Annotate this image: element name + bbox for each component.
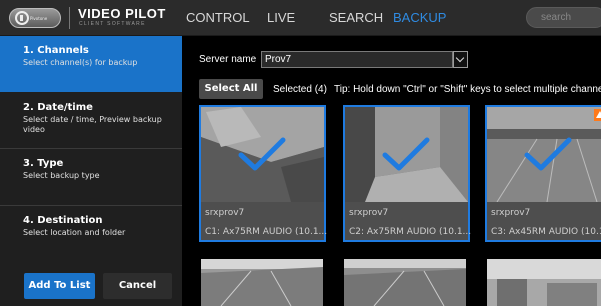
step-title: 2. Date/time [23, 102, 93, 113]
camera-card-c2[interactable]: srxprov7 C2: Ax75RM AUDIO (10.1... [343, 105, 472, 242]
camera-name: C3: Ax45RM AUDIO (10.1... [491, 227, 601, 237]
camera-thumbnail [487, 107, 601, 202]
warning-icon [594, 109, 601, 121]
step-title: 1. Channels [23, 45, 89, 56]
add-to-list-button[interactable]: Add To List [24, 273, 95, 299]
step-title: 3. Type [23, 158, 64, 169]
check-icon [238, 137, 286, 171]
nav-tab-backup[interactable]: BACKUP [393, 10, 446, 25]
step-description: Select date / time, Preview backup video [23, 115, 162, 134]
step-description: Select channel(s) for backup [23, 58, 138, 67]
camera-card-c6[interactable] [487, 259, 601, 306]
camera-thumbnail [487, 259, 601, 306]
check-icon [382, 137, 430, 171]
app-title: VIDEO PILOT [78, 6, 166, 21]
camera-card-c3[interactable]: srxprov7 C3: Ax45RM AUDIO (10.1... [485, 105, 601, 242]
main-content: Tip: Hold down "Ctrl" or "Shift" keys to… [182, 36, 601, 306]
camera-name: C2: Ax75RM AUDIO (10.1... [349, 227, 472, 237]
camera-thumbnail [201, 107, 324, 202]
step-destination[interactable]: 4. Destination Select location and folde… [0, 206, 182, 262]
backup-steps-sidebar: 1. Channels Select channel(s) for backup… [0, 36, 182, 306]
camera-name: C1: Ax75RM AUDIO (10.1... [205, 227, 328, 237]
check-icon [524, 137, 572, 171]
camera-info: srxprov7 C1: Ax75RM AUDIO (10.1... [201, 202, 328, 240]
camera-server: srxprov7 [205, 208, 245, 218]
nav-tab-control[interactable]: CONTROL [186, 10, 250, 25]
step-type[interactable]: 3. Type Select backup type [0, 149, 182, 205]
nav-tab-live[interactable]: LIVE [267, 10, 295, 25]
camera-info: srxprov7 C2: Ax75RM AUDIO (10.1... [345, 202, 472, 240]
step-datetime[interactable]: 2. Date/time Select date / time, Preview… [0, 93, 182, 148]
step-channels[interactable]: 1. Channels Select channel(s) for backup [0, 36, 182, 92]
camera-server: srxprov7 [491, 208, 531, 218]
camera-card-c5[interactable] [344, 259, 466, 306]
nav-tab-search[interactable]: SEARCH [329, 10, 383, 25]
camera-server: srxprov7 [349, 208, 389, 218]
camera-thumbnail [345, 107, 468, 202]
camera-thumbnail [344, 259, 466, 306]
step-description: Select location and folder [23, 228, 126, 237]
top-bar: Pivotone VIDEO PILOT CLIENT SOFTWARE CON… [0, 0, 601, 36]
camera-thumbnail [201, 259, 323, 306]
logo-divider [69, 7, 70, 29]
camera-card-c1[interactable]: srxprov7 C1: Ax75RM AUDIO (10.1... [199, 105, 328, 242]
camera-card-c4[interactable] [201, 259, 323, 306]
app-subtitle: CLIENT SOFTWARE [79, 21, 146, 27]
step-title: 4. Destination [23, 215, 103, 226]
selection-tip: Tip: Hold down "Ctrl" or "Shift" keys to… [334, 84, 601, 95]
step-description: Select backup type [23, 171, 100, 180]
brand-logo-icon: Pivotone [9, 8, 61, 28]
search-input[interactable]: search [526, 7, 601, 28]
cancel-button[interactable]: Cancel [103, 273, 172, 299]
camera-info: srxprov7 C3: Ax45RM AUDIO (10.1... [487, 202, 601, 240]
